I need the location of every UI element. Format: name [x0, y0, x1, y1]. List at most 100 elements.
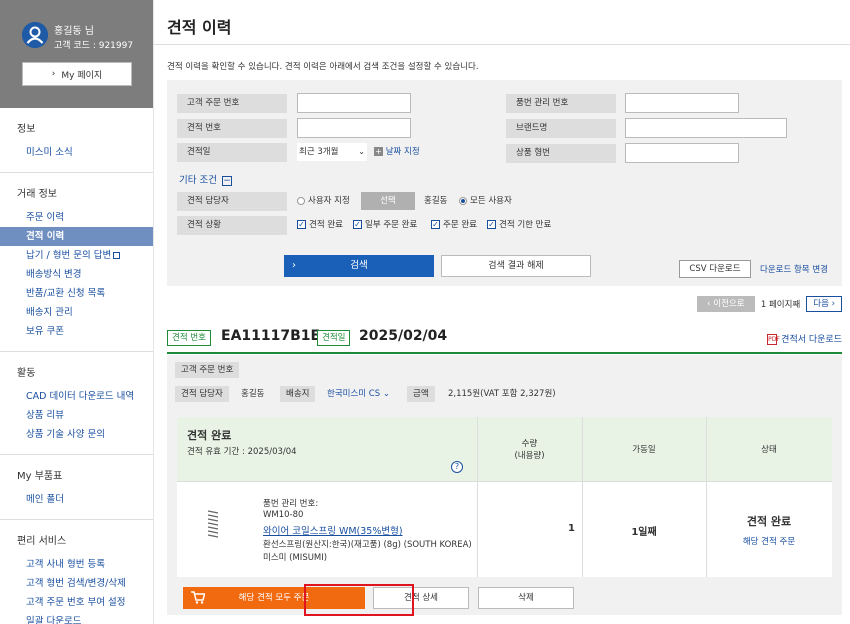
sidebar-item-estimate-history[interactable]: 견적 이력	[0, 227, 153, 246]
sidebar-item-cad-history[interactable]: CAD 데이터 다운로드 내역	[0, 387, 153, 406]
sidebar-item-misumi-news[interactable]: 미스미 소식	[0, 143, 153, 162]
help-question-icon[interactable]: ?	[451, 461, 463, 473]
column-divider	[582, 417, 583, 577]
product-model-input[interactable]	[625, 143, 739, 163]
sidebar-item-order-no-setting[interactable]: 고객 주문 번호 부여 설정	[0, 593, 153, 612]
amount-value: 2,115원(VAT 포함 2,327원)	[448, 389, 556, 399]
delete-button[interactable]: 삭제	[478, 587, 574, 609]
checkbox-partial-order[interactable]: ✓ 일부 주문 완료	[353, 216, 429, 234]
estimate-no-input[interactable]	[297, 118, 411, 138]
order-this-estimate-link[interactable]: 해당 견적 주문	[706, 535, 832, 547]
order-all-button[interactable]: 해당 견적 모두 주문	[183, 587, 365, 609]
sidebar-item-address-mgmt[interactable]: 배송지 관리	[0, 303, 153, 322]
estimate-card: 고객 주문 번호 견적 담당자 홍길동 배송지 한국미스미 CS ⌄ 금액 2,…	[167, 355, 842, 615]
label-estimate-no: 견적 번호	[177, 119, 287, 138]
pdf-icon: PDF	[767, 334, 780, 345]
sidebar-item-coupons[interactable]: 보유 쿠폰	[0, 322, 153, 341]
customer-order-no-input[interactable]	[297, 93, 411, 113]
pdf-download-link[interactable]: PDF견적서 다운로드	[767, 332, 842, 345]
prev-page-label: 이전으로	[713, 299, 745, 309]
mypage-label: My 페이지	[61, 70, 103, 81]
estimate-item-table: 견적 완료 견적 유효 기간 : 2025/03/04 ? 수량 (내용량) 가…	[177, 417, 832, 577]
item-name-link[interactable]: 와이어 코일스프링 WM(35%변형)	[263, 523, 403, 537]
other-conditions-toggle[interactable]: 기타 조건 −	[179, 172, 233, 186]
pagination: ‹ 이전으로 1 페이지째 다음 ›	[696, 296, 842, 312]
user-avatar-icon	[22, 22, 48, 48]
reset-search-button[interactable]: 검색 결과 해제	[441, 255, 591, 277]
checkbox-order-done[interactable]: ✓ 주문 완료	[431, 216, 487, 234]
estimate-header: 견적 번호 EA11117B1E 견적일 2025/02/04 PDF견적서 다…	[167, 328, 842, 350]
current-user-name: 홍길동	[424, 196, 448, 206]
period-select-value: 최근 3개월	[299, 147, 339, 157]
item-ship-days: 1일째	[631, 527, 657, 538]
sidebar-item-part-search[interactable]: 고객 형번 검색/변경/삭제	[0, 574, 153, 593]
product-thumbnail-spring	[207, 510, 219, 538]
estimate-number: EA11117B1E	[221, 328, 321, 344]
minus-icon: −	[222, 175, 233, 186]
sidebar-item-spec-inquiry[interactable]: 상품 기술 사양 문의	[0, 425, 153, 444]
page-intro: 견적 이력을 확인할 수 있습니다. 견적 이력은 아래에서 검색 조건을 설정…	[167, 62, 479, 72]
person-value: 홍길동	[241, 389, 265, 399]
amount-label: 금액	[407, 386, 435, 402]
sidebar-item-bulk-download[interactable]: 일괄 다운로드	[0, 612, 153, 624]
status-option-label: 견적 완료	[309, 220, 343, 230]
item-description: 환선스프링(원산지:한국)(재고품) (8g) (SOUTH KOREA)	[263, 540, 472, 550]
select-user-button[interactable]: 선택	[361, 192, 415, 210]
sidebar-section-services: 편리 서비스 고객 사내 형번 등록 고객 형번 검색/변경/삭제 고객 주문 …	[0, 520, 153, 624]
ship-to-dropdown[interactable]: 한국미스미 CS ⌄	[327, 386, 390, 402]
next-page-button[interactable]: 다음 ›	[806, 296, 842, 312]
checkbox-checked-icon: ✓	[297, 220, 306, 229]
chevron-down-icon: ⌄	[380, 389, 390, 399]
plus-icon: +	[374, 147, 383, 156]
checkbox-checked-icon: ✓	[353, 220, 362, 229]
page-title: 견적 이력	[167, 18, 232, 37]
sidebar-item-label: 납기 / 형번 문의 답변	[26, 250, 112, 261]
search-button[interactable]: › 검색	[284, 255, 434, 277]
all-users-label: 모든 사용자	[470, 196, 512, 206]
download-items-change-link[interactable]: 다운로드 항목 변경	[760, 263, 828, 275]
part-mgmt-label: 품번 관리 번호:	[263, 499, 319, 509]
brand-name-input[interactable]	[625, 118, 787, 138]
search-form: 고객 주문 번호 품번 관리 번호 견적 번호 브랜드명 견적일 최근 3개월 …	[167, 80, 842, 286]
sidebar-item-order-history[interactable]: 주문 이력	[0, 208, 153, 227]
sidebar-item-reviews[interactable]: 상품 리뷰	[0, 406, 153, 425]
sidebar-section-info: 정보 미스미 소식	[0, 108, 153, 173]
validity-period: 견적 유효 기간 : 2025/03/04	[187, 447, 297, 457]
status-option-label: 견적 기한 만료	[499, 220, 552, 230]
col-days-header: 가동일	[632, 445, 656, 455]
csv-download-button[interactable]: CSV 다운로드	[679, 260, 751, 278]
sidebar-section-title: 거래 정보	[17, 189, 57, 200]
radio-all-users[interactable]: 모든 사용자	[459, 192, 539, 210]
label-customer-order-no: 고객 주문 번호	[177, 94, 287, 113]
sidebar-section-activity: 활동 CAD 데이터 다운로드 내역 상품 리뷰 상품 기술 사양 문의	[0, 352, 153, 455]
external-window-icon	[113, 252, 121, 259]
row-divider	[177, 481, 832, 482]
checkbox-estimate-done[interactable]: ✓ 견적 완료	[297, 216, 357, 234]
label-status: 견적 상황	[177, 216, 287, 235]
sidebar-section-transaction: 거래 정보 주문 이력 견적 이력 납기 / 형번 문의 답변 배송방식 변경 …	[0, 173, 153, 352]
chevron-right-icon: ›	[292, 260, 296, 271]
item-quantity: 1	[568, 523, 575, 534]
sidebar-item-delivery-inquiry[interactable]: 납기 / 형번 문의 답변	[0, 246, 153, 265]
part-mgmt-no-input[interactable]	[625, 93, 739, 113]
date-specify-link[interactable]: + 날짜 지정	[374, 143, 434, 161]
estimate-detail-button[interactable]: 견적 상세	[373, 587, 469, 609]
item-model: WM10-80	[263, 510, 304, 520]
sidebar-item-main-folder[interactable]: 메인 폴더	[0, 490, 153, 509]
sidebar-section-parts-list: My 부품표 메인 폴더	[0, 455, 153, 520]
status-option-label: 일부 주문 완료	[365, 220, 418, 230]
estimate-no-tag: 견적 번호	[167, 330, 211, 346]
period-select[interactable]: 최근 3개월 ⌄	[297, 143, 367, 161]
title-divider	[154, 44, 850, 45]
sidebar-item-register-part[interactable]: 고객 사내 형번 등록	[0, 555, 153, 574]
prev-page-button[interactable]: ‹ 이전으로	[696, 296, 755, 312]
sidebar-item-shipping-change[interactable]: 배송방식 변경	[0, 265, 153, 284]
radio-user-specify[interactable]: 사용자 지정	[297, 192, 367, 210]
label-brand-name: 브랜드명	[506, 119, 616, 138]
estimate-actions: 해당 견적 모두 주문 견적 상세 삭제	[177, 585, 832, 609]
sidebar-item-return-list[interactable]: 반품/교환 신청 목록	[0, 284, 153, 303]
checkbox-expired[interactable]: ✓ 견적 기한 만료	[487, 216, 563, 234]
sidebar-section-title: 편리 서비스	[17, 536, 67, 547]
mypage-button[interactable]: › My 페이지	[22, 62, 132, 86]
radio-icon	[297, 196, 305, 205]
